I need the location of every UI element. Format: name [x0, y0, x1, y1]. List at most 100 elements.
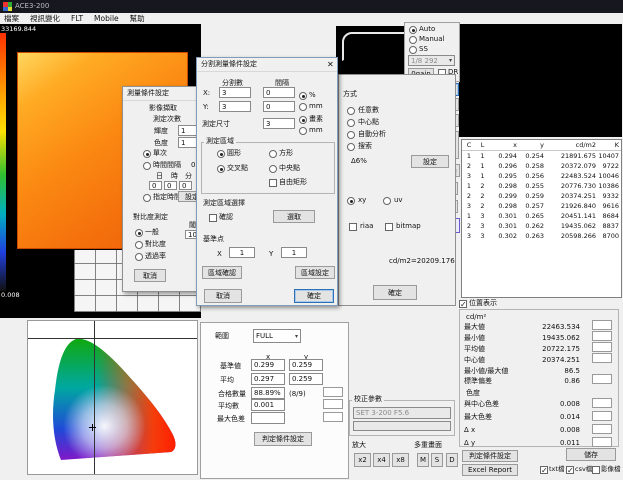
- size-field[interactable]: 3: [263, 118, 295, 129]
- x-div-field[interactable]: 3: [219, 87, 251, 98]
- auto-radio[interactable]: [409, 26, 417, 34]
- zoom-x8-button[interactable]: x8: [392, 453, 409, 467]
- image-file-checkbox[interactable]: [592, 466, 600, 474]
- range-dropdown[interactable]: FULL▾: [253, 329, 301, 343]
- cross-radio[interactable]: [217, 165, 225, 173]
- position-display-checkbox[interactable]: [459, 300, 467, 308]
- ref-label: 基準値: [220, 362, 241, 371]
- ref-y-field[interactable]: 0.259: [289, 359, 323, 371]
- crosshair-vertical: [94, 321, 95, 474]
- ss-radio[interactable]: [409, 46, 417, 54]
- colorbar-gradient: [0, 33, 6, 291]
- autoanalyze-radio[interactable]: [347, 131, 355, 139]
- centerpoint-radio[interactable]: [347, 119, 355, 127]
- bitmap-checkbox[interactable]: [385, 223, 393, 231]
- centerpt-radio[interactable]: [269, 165, 277, 173]
- base-y-field[interactable]: 1: [281, 247, 307, 258]
- cancel-button[interactable]: 取消: [204, 289, 242, 303]
- chroma-section-label: 色度: [466, 389, 480, 398]
- save-button[interactable]: 儲存: [566, 448, 616, 461]
- search-radio[interactable]: [347, 143, 355, 151]
- measure-mode-dialog: 方式 任意數 中心點 自動分析 搜索 Δ6% 設定 xy uv riaa bit…: [338, 74, 456, 306]
- table-row: 220.2990.25920374.2519332: [462, 191, 621, 201]
- zoom-x4-button[interactable]: x4: [373, 453, 390, 467]
- contrast-radio[interactable]: [135, 241, 143, 249]
- uv-label: uv: [394, 196, 403, 205]
- colorbar-max: 33169.844: [1, 25, 36, 33]
- general-radio[interactable]: [135, 229, 143, 237]
- cancel-button[interactable]: 取消: [134, 269, 166, 282]
- zoom-x2-button[interactable]: x2: [354, 453, 371, 467]
- freerect-checkbox[interactable]: [269, 179, 277, 187]
- multi-d-button[interactable]: D: [446, 453, 458, 467]
- results-table[interactable]: C L x y cd/m2 K 110.2940.25421891.675104…: [461, 139, 622, 298]
- judge-result-box: [592, 353, 612, 363]
- manual-radio[interactable]: [409, 36, 417, 44]
- pixel-radio[interactable]: [299, 116, 307, 124]
- excel-report-button[interactable]: Excel Report: [462, 464, 518, 476]
- judge-result-box: [323, 412, 343, 422]
- base-x-field[interactable]: 1: [229, 247, 255, 258]
- hour-field[interactable]: 0: [164, 181, 177, 190]
- y-gap-field[interactable]: 0: [263, 101, 295, 112]
- judge-condition-button[interactable]: 判定條件設定: [462, 450, 518, 462]
- area-confirm-button[interactable]: 區域確認: [202, 266, 242, 279]
- csv-file-checkbox[interactable]: [566, 466, 574, 474]
- xy-radio[interactable]: [347, 197, 355, 205]
- ok-button[interactable]: 確定: [294, 289, 334, 303]
- pixel-label: 畫素: [309, 115, 323, 124]
- uv-radio[interactable]: [383, 197, 391, 205]
- x-gap-field[interactable]: 0: [263, 87, 295, 98]
- crosshair-horizontal: [28, 338, 197, 339]
- transmit-radio[interactable]: [135, 253, 143, 261]
- range-panel: 範圍 FULL▾ x y 基準値 0.299 0.259 平均 0.297 0.…: [200, 322, 349, 479]
- riaa-checkbox[interactable]: [349, 223, 357, 231]
- multi-m-button[interactable]: M: [417, 453, 429, 467]
- cie-diagram-panel: [27, 320, 198, 475]
- ref-x-field[interactable]: 0.299: [251, 359, 285, 371]
- mode-set-button[interactable]: 設定: [411, 155, 449, 168]
- confirm-checkbox[interactable]: [209, 214, 217, 222]
- area-set-button[interactable]: 區域設定: [295, 266, 335, 279]
- count-label: 測定次數: [153, 115, 181, 124]
- multi-screen-label: 多重畫面: [414, 441, 442, 450]
- y-label: Y:: [203, 103, 209, 112]
- threshold-label: 閾: [189, 221, 196, 230]
- image-file-label: 影像檔: [601, 465, 621, 474]
- ss-label: SS: [419, 45, 428, 54]
- circle-label: 圓形: [227, 149, 241, 158]
- y-div-field[interactable]: 3: [219, 101, 251, 112]
- square-radio[interactable]: [269, 150, 277, 158]
- centerpt-label: 中央點: [279, 164, 300, 173]
- mm-radio[interactable]: [299, 103, 307, 111]
- close-icon[interactable]: ✕: [327, 60, 334, 69]
- judge-condition-button[interactable]: 判定條件設定: [254, 432, 312, 446]
- chroma-label: 色度: [154, 139, 168, 148]
- max-diff-field: [251, 412, 285, 424]
- txt-file-checkbox[interactable]: [540, 466, 548, 474]
- multi-s-button[interactable]: S: [431, 453, 443, 467]
- split-measure-dialog: 分割測量條件設定 ✕ 分割數 間隔 X: 3 0 Y: 3 0 % mm 測定尺…: [196, 57, 338, 306]
- x-label: X:: [203, 89, 210, 98]
- table-row: 310.2950.25622483.52410046: [462, 171, 621, 181]
- single-radio[interactable]: [143, 150, 151, 158]
- pick-button[interactable]: 選取: [273, 210, 315, 223]
- mm2-radio[interactable]: [299, 127, 307, 135]
- contrast-group-label: 對比度測定: [133, 213, 168, 222]
- arbitrary-radio[interactable]: [347, 107, 355, 115]
- percent-radio[interactable]: [299, 92, 307, 100]
- day-label: 日: [156, 172, 163, 181]
- timer-radio[interactable]: [143, 194, 151, 202]
- hour-label: 時: [171, 172, 178, 181]
- square-label: 方形: [279, 149, 293, 158]
- pass-fraction: (8/9): [289, 390, 306, 399]
- interval-radio[interactable]: [143, 162, 151, 170]
- day-field[interactable]: 0: [149, 181, 162, 190]
- table-row: 110.2940.25421891.67510407: [462, 151, 621, 161]
- csv-file-label: csv檔: [575, 465, 592, 474]
- mode-ok-button[interactable]: 確定: [373, 285, 417, 300]
- circle-radio[interactable]: [217, 150, 225, 158]
- pass-rate-field: 88.89%: [251, 387, 285, 399]
- shutter-dropdown[interactable]: 1/8 292▾: [408, 55, 455, 66]
- min-field[interactable]: 0: [179, 181, 192, 190]
